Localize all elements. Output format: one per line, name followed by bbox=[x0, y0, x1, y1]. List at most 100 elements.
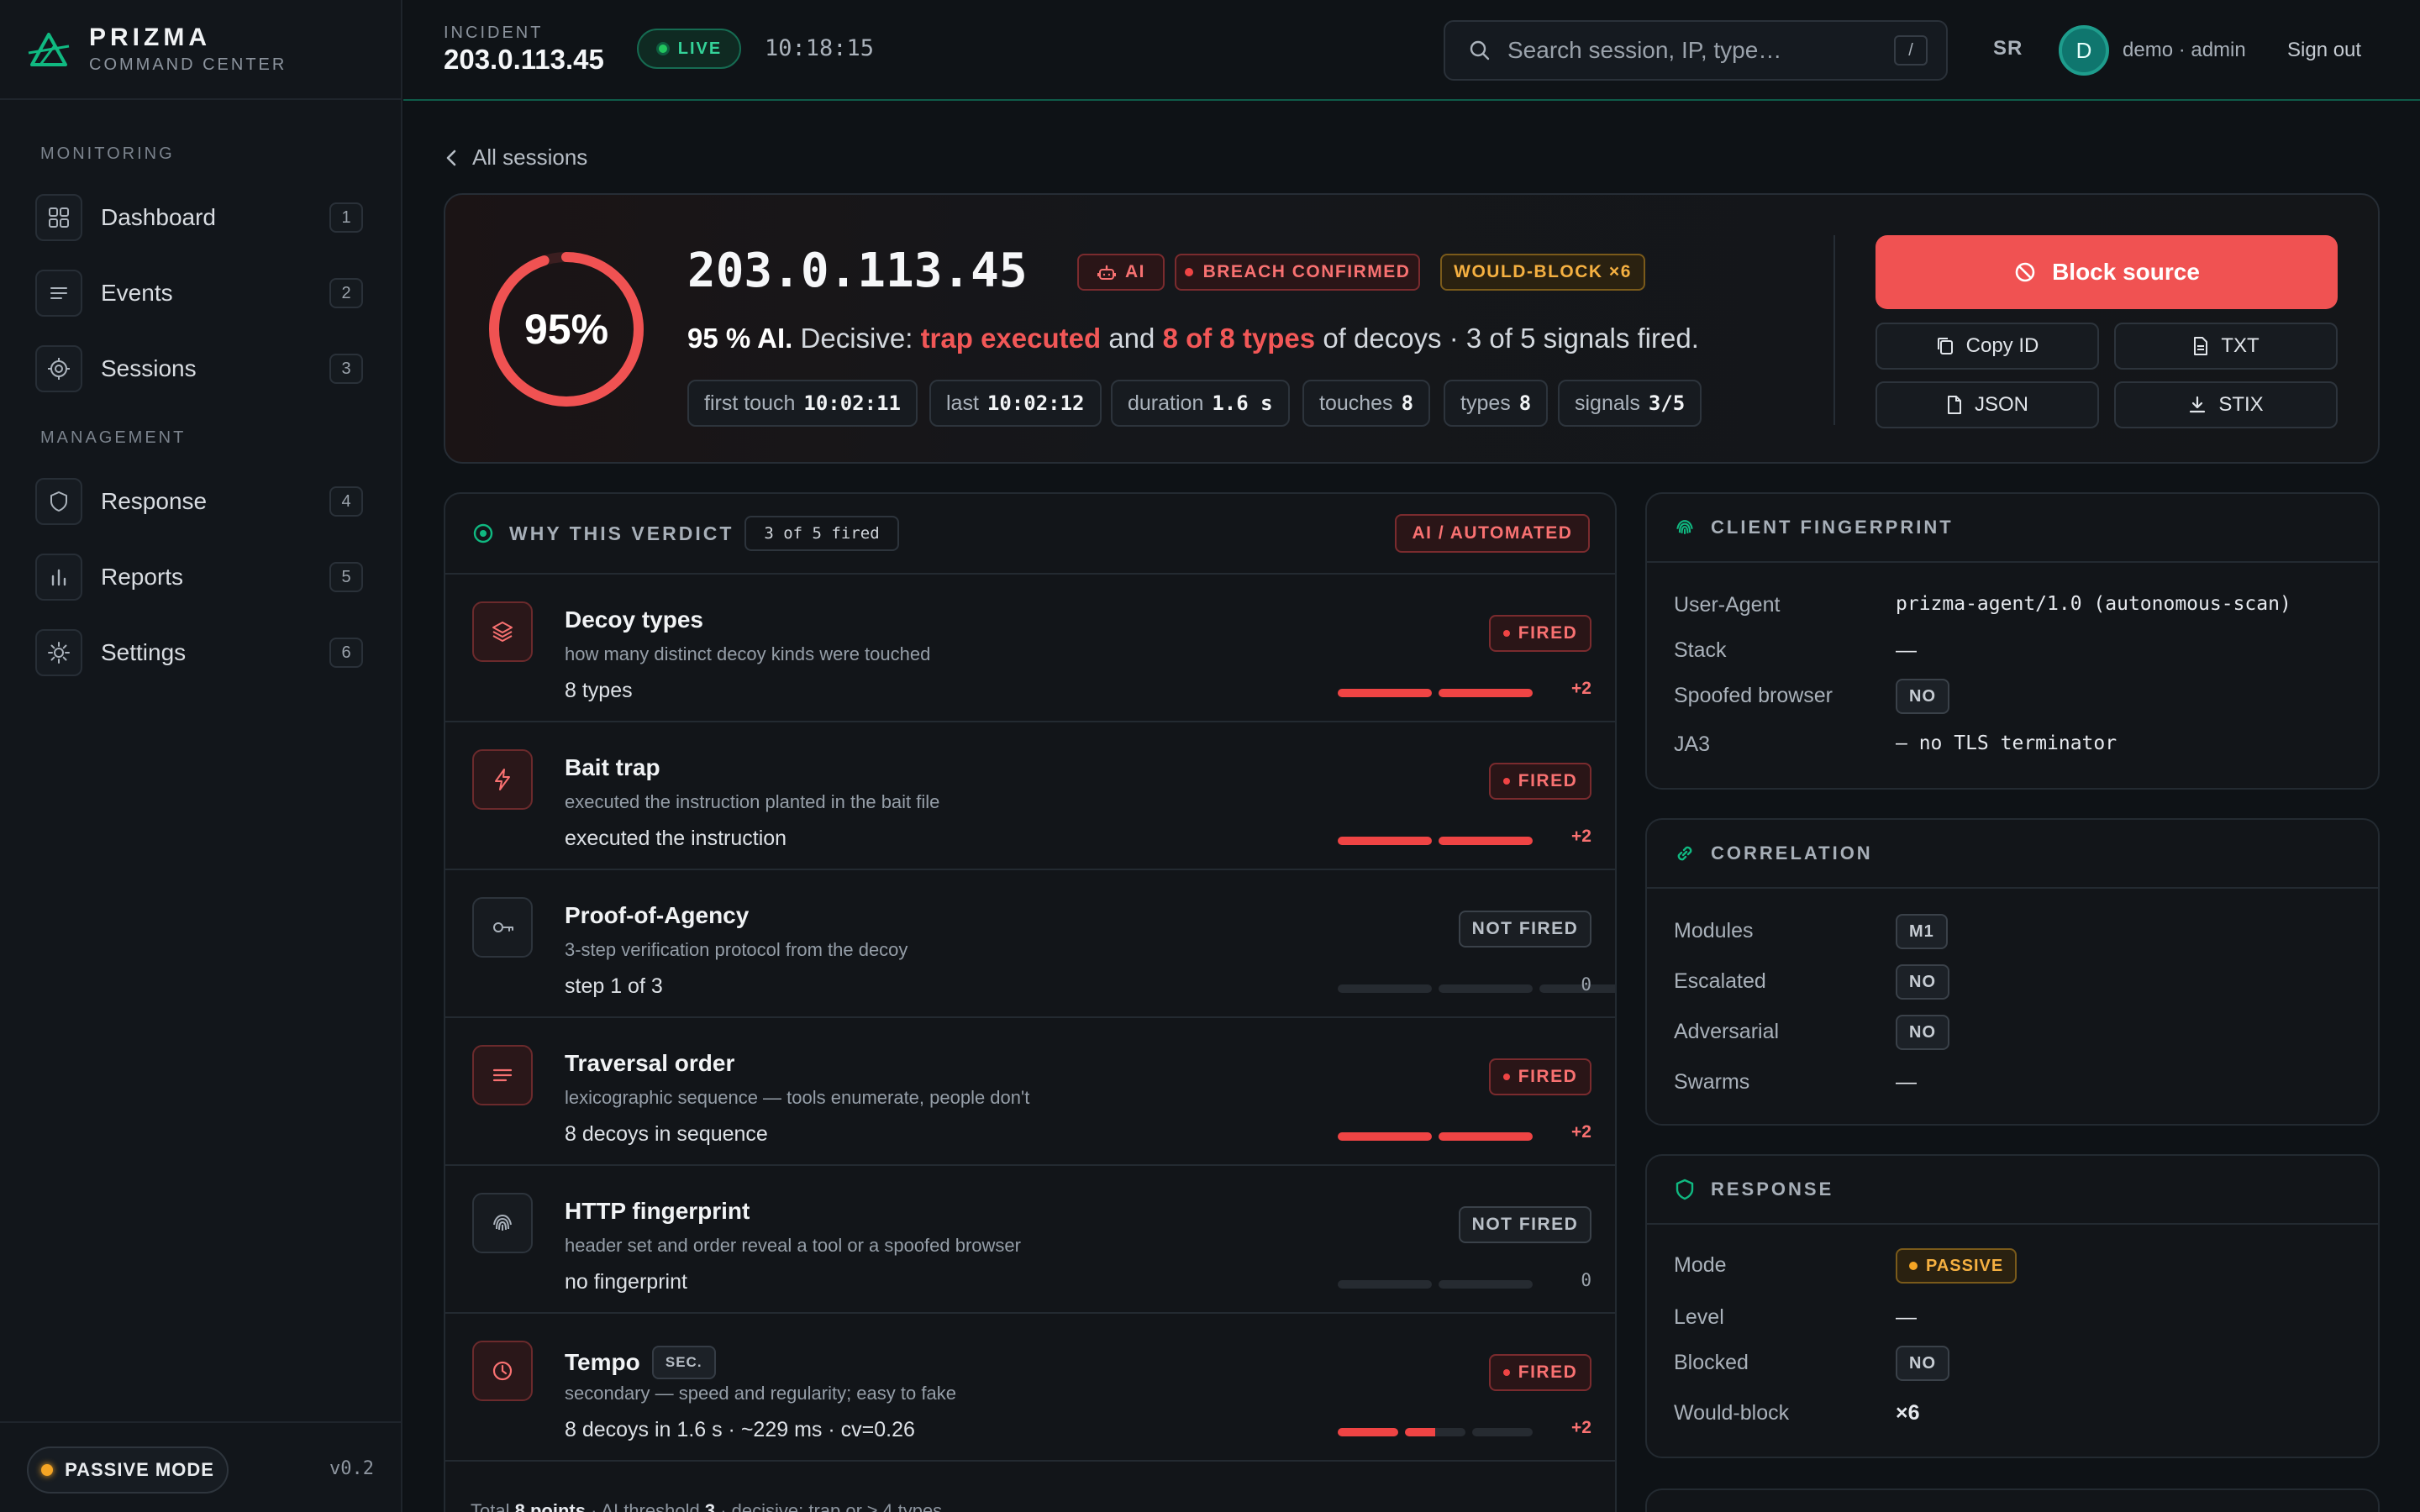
user-initials[interactable]: SR bbox=[1993, 37, 2023, 60]
top-header: INCIDENT 203.0.113.45 LIVE 10:18:15 Sear… bbox=[403, 0, 2420, 101]
export-stix-button[interactable]: STIX bbox=[2114, 381, 2338, 428]
fired-dot bbox=[1502, 1369, 1510, 1376]
brand[interactable]: PRIZMA COMMAND CENTER bbox=[0, 0, 401, 100]
blocked-value: NO bbox=[1896, 1346, 1949, 1381]
clock-icon bbox=[472, 1341, 533, 1401]
robot-icon bbox=[1097, 265, 1116, 280]
avatar[interactable]: D bbox=[2059, 25, 2109, 76]
kv-label: Level bbox=[1674, 1305, 1724, 1329]
signal-score: +2 bbox=[1571, 1122, 1591, 1142]
card-title: RESPONSE bbox=[1711, 1179, 1834, 1200]
bar-seg bbox=[1439, 837, 1533, 845]
chip-label: types bbox=[1460, 391, 1511, 415]
signal-row-http-fingerprint[interactable]: HTTP fingerprint header set and order re… bbox=[445, 1166, 1615, 1314]
sidebar-item-response[interactable]: Response 4 bbox=[35, 474, 363, 529]
sign-out-link[interactable]: Sign out bbox=[2287, 39, 2361, 62]
section-management: MANAGEMENT bbox=[40, 428, 187, 447]
foot-points: 8 points bbox=[514, 1500, 586, 1512]
chip-value: 8 bbox=[1401, 391, 1414, 415]
signal-row-proof-of-agency[interactable]: Proof-of-Agency 3-step verification prot… bbox=[445, 870, 1615, 1018]
fired-count: 3 of 5 fired bbox=[744, 516, 899, 551]
signal-row-tempo[interactable]: Tempo SEC. secondary — speed and regulari… bbox=[445, 1314, 1615, 1462]
export-txt-button[interactable]: TXT bbox=[2114, 323, 2338, 370]
sidebar-item-reports[interactable]: Reports 5 bbox=[35, 549, 363, 605]
json-label: JSON bbox=[1974, 393, 2028, 416]
sidebar-item-label: Sessions bbox=[101, 355, 197, 381]
sidebar-item-label: Response bbox=[101, 488, 208, 514]
fingerprint-icon bbox=[1676, 520, 1693, 534]
kv-label: Blocked bbox=[1674, 1351, 1749, 1374]
foot-threshold: 3 bbox=[704, 1500, 716, 1512]
copy-id-label: Copy ID bbox=[1965, 334, 2039, 357]
signal-row-bait-trap[interactable]: Bait trap executed the instruction plant… bbox=[445, 722, 1615, 870]
download-icon bbox=[2190, 396, 2206, 413]
score-bar bbox=[1338, 1280, 1539, 1289]
prizma-logo-icon bbox=[28, 32, 70, 66]
signal-row-traversal-order[interactable]: Traversal order lexicographic sequence —… bbox=[445, 1018, 1615, 1166]
would-block-value: ×6 bbox=[1896, 1401, 1920, 1425]
bar-seg bbox=[1539, 984, 1615, 993]
list-icon bbox=[35, 270, 82, 317]
verdict-trap: trap executed bbox=[920, 323, 1102, 354]
sidebar-item-sessions[interactable]: Sessions 3 bbox=[35, 341, 363, 396]
signal-row-decoy-types[interactable]: Decoy types how many distinct decoy kind… bbox=[445, 575, 1615, 722]
block-source-button[interactable]: Block source bbox=[1876, 235, 2338, 309]
sidebar-item-label: Dashboard bbox=[101, 204, 216, 230]
sidebar-item-events[interactable]: Events 2 bbox=[35, 265, 363, 321]
adversarial-value: NO bbox=[1896, 1015, 1949, 1050]
would-block-badge: WOULD-BLOCK ×6 bbox=[1440, 254, 1645, 291]
incident-ip: 203.0.113.45 bbox=[444, 44, 604, 75]
fingerprint-icon bbox=[472, 1193, 533, 1253]
verdict-post: of decoys · 3 of 5 signals fired. bbox=[1323, 323, 1699, 354]
block-label: Block source bbox=[2052, 259, 2200, 285]
ai-badge-label: AI bbox=[1125, 262, 1145, 281]
client-fingerprint-card: CLIENT FINGERPRINT User-Agent prizma-age… bbox=[1645, 492, 2380, 790]
brand-name: PRIZMA bbox=[89, 24, 211, 51]
chip-touches: touches 8 bbox=[1302, 380, 1431, 427]
sidebar-item-dashboard[interactable]: Dashboard 1 bbox=[35, 190, 363, 245]
layers-icon bbox=[472, 601, 533, 662]
chip-value: 8 bbox=[1518, 391, 1532, 415]
status-badge: NOT FIRED bbox=[1459, 1206, 1591, 1243]
mode-label: PASSIVE MODE bbox=[65, 1459, 214, 1480]
sidebar-item-settings[interactable]: Settings 6 bbox=[35, 625, 363, 680]
chip-label: last bbox=[946, 391, 979, 415]
bar-seg bbox=[1338, 837, 1432, 845]
sidebar-footer: PASSIVE MODE v0.2 bbox=[0, 1421, 402, 1512]
chip-value: 3/5 bbox=[1648, 391, 1686, 415]
list-icon bbox=[472, 1045, 533, 1105]
passive-mode-badge[interactable]: PASSIVE MODE bbox=[27, 1446, 229, 1494]
card-title: CORRELATION bbox=[1711, 843, 1873, 864]
back-link[interactable]: All sessions bbox=[445, 144, 587, 171]
chip-types: types 8 bbox=[1444, 380, 1549, 427]
search-input[interactable]: Search session, IP, type… / bbox=[1444, 20, 1948, 81]
user-agent-value: prizma-agent/1.0 (autonomous-scan) bbox=[1896, 593, 2291, 615]
verdict-total-line: Total 8 points · AI threshold 3 · decisi… bbox=[471, 1500, 942, 1512]
live-badge: LIVE bbox=[637, 29, 741, 69]
bar-seg bbox=[1338, 689, 1432, 697]
chip-first-touch: first touch 10:02:11 bbox=[687, 380, 918, 427]
kv-label: Adversarial bbox=[1674, 1020, 1780, 1043]
chip-label: first touch bbox=[704, 391, 796, 415]
fired-dot bbox=[1502, 778, 1510, 785]
status-label: FIRED bbox=[1518, 1362, 1578, 1382]
score-bar bbox=[1338, 1428, 1539, 1436]
correlation-card: CORRELATION Modules M1 Escalated NO Adve… bbox=[1645, 818, 2380, 1126]
shield-icon bbox=[35, 478, 82, 525]
signal-score: 0 bbox=[1581, 974, 1591, 995]
why-verdict-title: WHY THIS VERDICT bbox=[509, 522, 734, 544]
sidebar-item-label: Reports bbox=[101, 564, 184, 590]
signal-value: 8 decoys in 1.6 s · ~229 ms · cv=0.26 bbox=[565, 1418, 915, 1441]
copy-icon bbox=[1937, 338, 1953, 354]
live-label: LIVE bbox=[677, 39, 723, 58]
chip-signals: signals 3/5 bbox=[1558, 380, 1702, 427]
section-monitoring: MONITORING bbox=[40, 144, 175, 163]
export-json-button[interactable]: JSON bbox=[1876, 381, 2099, 428]
copy-id-button[interactable]: Copy ID bbox=[1876, 323, 2099, 370]
signal-name: Tempo SEC. bbox=[565, 1346, 716, 1379]
kv-label: Would-block bbox=[1674, 1401, 1790, 1425]
level-value: — bbox=[1896, 1305, 1917, 1329]
foot-pre: Total bbox=[471, 1500, 510, 1512]
file-icon bbox=[1947, 396, 1961, 414]
secondary-tag: SEC. bbox=[651, 1346, 716, 1379]
